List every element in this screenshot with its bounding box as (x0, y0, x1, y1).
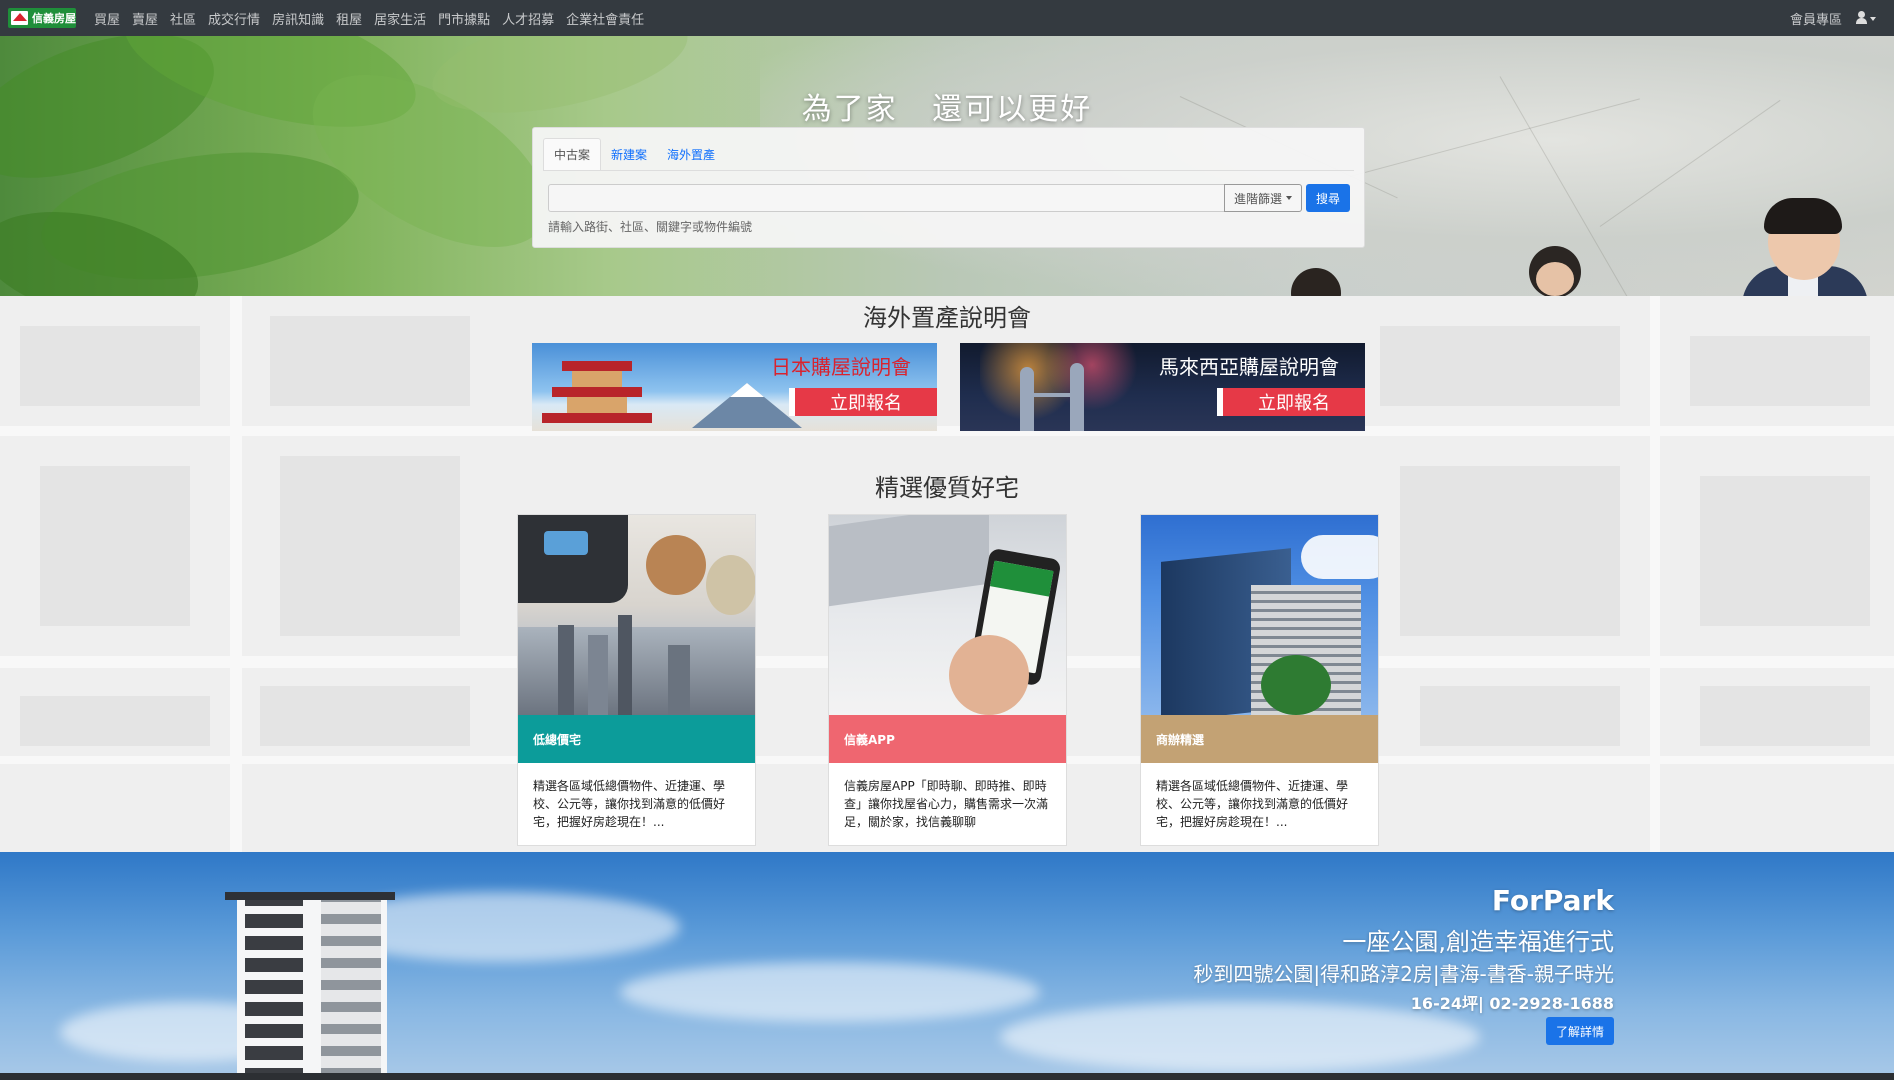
featured-card-office[interactable]: 商辦精選 精選各區域低總價物件、近捷運、學校、公元等，讓你找到滿意的低價好宅，把… (1140, 514, 1379, 846)
card-description: 信義房屋APP「即時聊、即時推、即時查」讓你找屋省心力，購售需求一次滿足，關於家… (844, 779, 1049, 829)
nav-link-community[interactable]: 社區 (170, 9, 196, 28)
coin-stack-illustration (646, 535, 706, 595)
city-skyline (518, 627, 755, 715)
laptop-illustration (829, 515, 989, 607)
nav-right: 會員專區 (1790, 0, 1878, 36)
forpark-promo-banner[interactable]: ForPark 一座公園,創造幸福進行式 秒到四號公園|得和路淳2房|書海-書香… (0, 852, 1894, 1080)
nav-link-csr[interactable]: 企業社會責任 (566, 9, 644, 28)
card-label: 商辦精選 (1141, 715, 1378, 763)
forpark-contact: 16-24坪| 02-2928-1688 (1410, 994, 1614, 1013)
member-area-link[interactable]: 會員專區 (1790, 9, 1842, 28)
nav-links: 買屋 賣屋 社區 成交行情 房訊知識 租屋 居家生活 門市據點 人才招募 企業社… (94, 9, 656, 28)
malaysia-seminar-banner[interactable]: 馬來西亞購屋說明會 立即報名 (960, 343, 1365, 431)
nav-link-living[interactable]: 居家生活 (374, 9, 426, 28)
tab-overseas[interactable]: 海外置產 (657, 138, 725, 170)
advanced-filter-label: 進階篩選 (1233, 191, 1282, 206)
nav-link-sell[interactable]: 賣屋 (132, 9, 158, 28)
featured-card-app[interactable]: 信義APP 信義房屋APP「即時聊、即時推、即時查」讓你找屋省心力，購售需求一次… (828, 514, 1067, 846)
person-photo (1286, 268, 1346, 296)
nav-link-careers[interactable]: 人才招募 (502, 9, 554, 28)
card-image (1141, 515, 1378, 715)
nav-link-stores[interactable]: 門市據點 (438, 9, 490, 28)
banner-title: 馬來西亞購屋說明會 (1159, 355, 1339, 379)
calculator-illustration (518, 515, 628, 603)
tab-existing-homes[interactable]: 中古案 (543, 138, 602, 170)
brand-logo[interactable]: 信義房屋 (8, 8, 76, 28)
card-image (829, 515, 1066, 715)
featured-section-title: 精選優質好宅 (875, 474, 1019, 502)
card-label: 低總價宅 (518, 715, 755, 763)
overseas-section-title: 海外置產說明會 (863, 304, 1031, 332)
nav-link-knowledge[interactable]: 房訊知識 (272, 9, 324, 28)
hero-title: 為了家 還可以更好 (801, 92, 1093, 127)
nav-link-rent[interactable]: 租屋 (336, 9, 362, 28)
forpark-features: 秒到四號公園|得和路淳2房|書海-書香-親子時光 (1193, 962, 1614, 986)
advanced-filter-dropdown[interactable]: 進階篩選 (1224, 184, 1302, 212)
forpark-title: ForPark (1491, 884, 1614, 917)
hand-illustration (949, 635, 1029, 715)
tree-illustration (1261, 655, 1331, 715)
card-description: 精選各區域低總價物件、近捷運、學校、公元等，讓你找到滿意的低價好宅，把握好房趁現… (1156, 779, 1349, 829)
nav-link-transactions[interactable]: 成交行情 (208, 9, 260, 28)
japan-seminar-banner[interactable]: 日本購屋說明會 立即報名 (532, 343, 937, 431)
brand-name: 信義房屋 (32, 12, 76, 25)
chevron-down-icon (1286, 196, 1292, 200)
banner-title: 日本購屋說明會 (771, 355, 911, 379)
search-button[interactable]: 搜尋 (1306, 184, 1350, 212)
nav-link-buy[interactable]: 買屋 (94, 9, 120, 28)
tower-illustration (1020, 367, 1034, 431)
logo-house-icon (11, 11, 28, 25)
top-navbar: 信義房屋 買屋 賣屋 社區 成交行情 房訊知識 租屋 居家生活 門市據點 人才招… (0, 0, 1894, 36)
card-image (518, 515, 755, 715)
bottom-strip (0, 1073, 1894, 1080)
card-description: 精選各區域低總價物件、近捷運、學校、公元等，讓你找到滿意的低價好宅，把握好房趁現… (533, 779, 726, 829)
search-input[interactable] (548, 184, 1226, 212)
learn-more-button[interactable]: 了解詳情 (1546, 1017, 1614, 1045)
fireworks-illustration (980, 343, 1140, 431)
user-icon[interactable] (1856, 11, 1878, 25)
person-photo (1738, 196, 1868, 296)
chevron-down-icon (1870, 17, 1876, 21)
cloud-illustration (1301, 535, 1378, 579)
card-label: 信義APP (829, 715, 1066, 763)
forpark-subtitle: 一座公園,創造幸福進行式 (1342, 928, 1614, 956)
search-panel: 中古案 新建案 海外置產 進階篩選 搜尋 請輸入路街、社區、關鍵字或物件編號 (532, 127, 1365, 248)
featured-card-low-price[interactable]: 低總價宅 精選各區域低總價物件、近捷運、學校、公元等，讓你找到滿意的低價好宅，把… (517, 514, 756, 846)
search-tabs: 中古案 新建案 海外置產 (543, 138, 725, 170)
register-button[interactable]: 立即報名 (1217, 388, 1365, 416)
tab-new-builds[interactable]: 新建案 (601, 138, 657, 170)
building-illustration (225, 892, 395, 1080)
search-hint: 請輸入路街、社區、關鍵字或物件編號 (548, 220, 753, 234)
person-photo (1524, 246, 1584, 296)
pagoda-illustration (542, 353, 652, 431)
register-button[interactable]: 立即報名 (789, 388, 937, 416)
